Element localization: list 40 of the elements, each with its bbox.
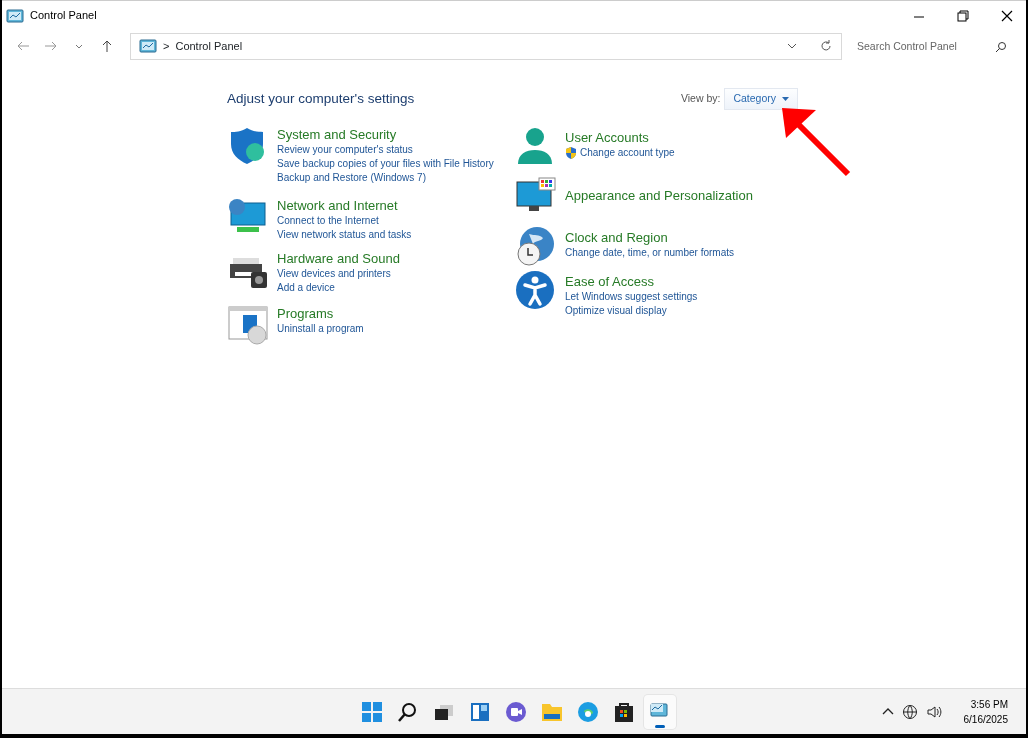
category-link[interactable]: Review your computer's status xyxy=(277,142,494,157)
category-link[interactable]: View devices and printers xyxy=(277,266,400,281)
program-window-icon[interactable] xyxy=(227,304,269,345)
category-title[interactable]: Network and Internet xyxy=(277,196,412,214)
category-link[interactable]: Let Windows suggest settings xyxy=(565,289,698,304)
control-panel-icon xyxy=(139,38,157,54)
category-link[interactable]: Add a device xyxy=(277,280,400,295)
category-title[interactable]: Hardware and Sound xyxy=(277,249,400,267)
search-icon[interactable] xyxy=(995,40,1007,53)
accessibility-icon[interactable] xyxy=(515,269,557,310)
category-link[interactable]: Change date, time, or number formats xyxy=(565,245,734,260)
date-text: 6/16/2025 xyxy=(963,712,1008,727)
category-title[interactable]: Ease of Access xyxy=(565,272,698,290)
control-panel-icon xyxy=(6,7,24,24)
view-by-label: View by: xyxy=(680,91,721,106)
breadcrumb-item[interactable]: Control Panel xyxy=(175,37,243,55)
window-title: Control Panel xyxy=(30,8,97,24)
globe-icon[interactable] xyxy=(901,703,918,720)
category-title[interactable]: User Accounts xyxy=(565,128,675,146)
time-text: 3:56 PM xyxy=(969,697,1008,712)
category-title[interactable]: Appearance and Personalization xyxy=(565,187,753,205)
refresh-icon[interactable] xyxy=(819,39,833,53)
category-title[interactable]: System and Security xyxy=(277,125,494,143)
category-link[interactable]: Uninstall a program xyxy=(277,321,364,336)
category-link[interactable]: Backup and Restore (Windows 7) xyxy=(277,170,494,185)
shield-icon xyxy=(565,146,577,159)
globe-clock-icon[interactable] xyxy=(515,225,557,266)
category-title[interactable]: Clock and Region xyxy=(565,228,734,246)
address-bar[interactable]: > Control Panel xyxy=(130,32,842,60)
category-link[interactable]: Connect to the Internet xyxy=(277,213,412,228)
breadcrumb-separator: > xyxy=(163,38,170,54)
speaker-icon[interactable] xyxy=(925,703,942,720)
view-by-dropdown[interactable]: Category xyxy=(724,88,798,110)
category-link[interactable]: Save backup copies of your files with File History xyxy=(277,156,494,171)
category-link[interactable]: Change account type xyxy=(565,145,675,160)
category-link[interactable]: Optimize visual display xyxy=(565,303,698,318)
category-link[interactable]: View network status and tasks xyxy=(277,227,412,242)
page-heading: Adjust your computer's settings xyxy=(227,89,415,108)
caret-icon xyxy=(782,96,789,101)
category-title[interactable]: Programs xyxy=(277,304,364,322)
